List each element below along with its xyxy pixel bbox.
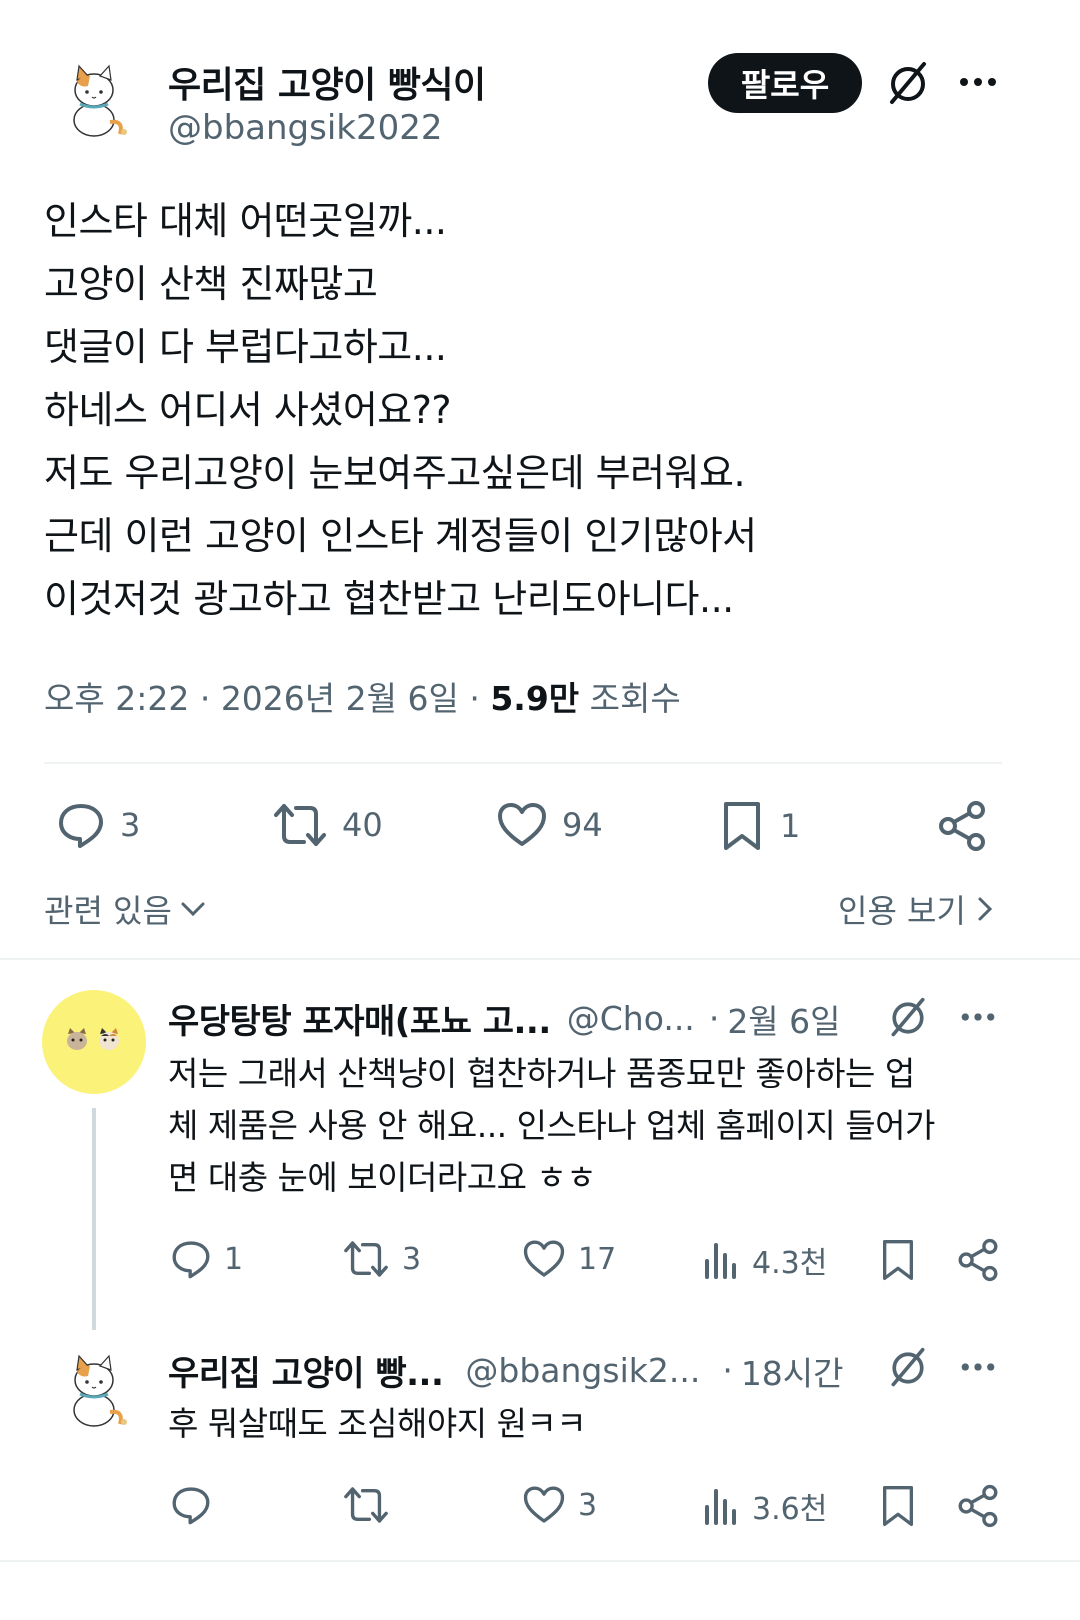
divider — [0, 958, 1080, 960]
tweet-text-line: 인스타 대체 어떤곳일까... — [44, 199, 447, 243]
related-label: 관련 있음 — [44, 892, 172, 930]
repost-count: 3 — [402, 1241, 422, 1277]
main-author-name[interactable]: 우리집 고양이 빵식이 — [168, 56, 486, 108]
reply-button[interactable]: 1 — [170, 1238, 243, 1280]
reply-text-line: 저는 그래서 산책냥이 협찬하거나 품종묘만 좋아하는 업 — [168, 1054, 915, 1093]
heart-icon — [496, 800, 548, 850]
bookmark-count: 1 — [780, 807, 801, 845]
more-options-icon[interactable] — [958, 1356, 998, 1378]
reply-button[interactable]: 3 — [56, 800, 140, 850]
tweet-date[interactable]: 2026년 2월 6일 — [221, 679, 459, 718]
more-options-icon[interactable] — [956, 70, 1000, 94]
reply-count: 1 — [224, 1241, 244, 1277]
grok-icon[interactable] — [886, 996, 930, 1040]
tweet-text-line: 하네스 어디서 사셨어요?? — [44, 388, 452, 432]
repost-icon — [272, 800, 328, 850]
related-toggle[interactable]: 관련 있음 — [44, 886, 208, 932]
views-count[interactable]: 5.9만 — [490, 679, 579, 718]
views-count: 4.3천 — [752, 1246, 828, 1281]
reply-text-line: 면 대충 눈에 보이더라고요 ㅎㅎ — [168, 1158, 597, 1197]
reply-header: 우리집 고양이 빵... @bbangsik2... · 18시간 — [168, 1346, 844, 1395]
more-options-icon[interactable] — [958, 1006, 998, 1028]
tweet-text-line: 고양이 산책 진짜많고 — [44, 262, 378, 306]
reply-author-avatar[interactable] — [42, 990, 146, 1094]
reply-icon — [170, 1238, 212, 1280]
like-button[interactable]: 3 — [522, 1484, 597, 1526]
grok-icon[interactable] — [884, 60, 932, 108]
reply-text-line: 후 뭐살때도 조심해야지 원ㅋㅋ — [168, 1404, 587, 1443]
tweet-text-line: 저도 우리고양이 눈보여주고싶은데 부러워요. — [44, 451, 746, 495]
repost-button[interactable]: 40 — [272, 800, 383, 850]
views-label: 조회수 — [589, 679, 681, 718]
views-button[interactable]: 4.3천 — [702, 1238, 827, 1282]
main-author-avatar[interactable] — [44, 50, 144, 150]
reply-header: 우당탕탕 포자매(포뇨 고... @Cho... · 2월 6일 — [168, 994, 841, 1043]
bookmark-icon — [718, 800, 766, 852]
tweet-body: 인스타 대체 어떤곳일까... 고양이 산책 진짜많고 댓글이 다 부럽다고하고… — [44, 190, 1044, 631]
share-icon[interactable] — [936, 800, 988, 852]
repost-count: 40 — [342, 806, 383, 844]
reply-author-name[interactable]: 우당탕탕 포자매(포뇨 고... — [168, 994, 551, 1043]
repost-icon — [342, 1484, 390, 1526]
bookmark-icon[interactable] — [878, 1238, 918, 1282]
reply-icon — [56, 800, 106, 850]
tweet-time[interactable]: 오후 2:22 — [44, 679, 189, 718]
views-button[interactable]: 3.6천 — [702, 1484, 827, 1528]
reply-body: 저는 그래서 산책냥이 협찬하거나 품종묘만 좋아하는 업 체 제품은 사용 안… — [168, 1048, 1048, 1204]
share-icon[interactable] — [956, 1484, 1000, 1528]
chevron-right-icon — [972, 894, 996, 924]
main-author-handle[interactable]: @bbangsik2022 — [168, 108, 443, 148]
like-button[interactable]: 94 — [496, 800, 603, 850]
repost-button[interactable]: 3 — [342, 1238, 421, 1280]
tweet-text-line: 댓글이 다 부럽다고하고... — [44, 325, 447, 369]
divider — [0, 1560, 1080, 1562]
reply-count: 3 — [120, 806, 141, 844]
analytics-icon — [702, 1239, 740, 1281]
reply-author-name[interactable]: 우리집 고양이 빵... — [168, 1346, 444, 1395]
like-count: 17 — [578, 1241, 617, 1277]
reply-button[interactable] — [170, 1484, 224, 1526]
analytics-icon — [702, 1485, 740, 1527]
bookmark-icon[interactable] — [878, 1484, 918, 1528]
bookmark-button[interactable]: 1 — [718, 800, 800, 852]
tweet-text-line: 근데 이런 고양이 인스타 계정들이 인기많아서 — [44, 514, 757, 558]
repost-button[interactable] — [342, 1484, 402, 1526]
reply-author-handle[interactable]: @bbangsik2... — [465, 1351, 700, 1390]
reply-time[interactable]: 18시간 — [741, 1347, 844, 1395]
tweet-meta: 오후 2:22 · 2026년 2월 6일 · 5.9만 조회수 — [44, 679, 681, 718]
reply-time[interactable]: 2월 6일 — [727, 995, 840, 1043]
like-count: 94 — [562, 806, 603, 844]
reply-author-avatar[interactable] — [44, 1340, 144, 1440]
reply-author-handle[interactable]: @Cho... — [567, 999, 695, 1038]
follow-button[interactable]: 팔로우 — [708, 53, 862, 113]
tweet-text-line: 이것저것 광고하고 협찬받고 난리도아니다... — [44, 577, 734, 621]
heart-icon — [522, 1484, 566, 1526]
like-button[interactable]: 17 — [522, 1238, 616, 1280]
view-quotes-link[interactable]: 인용 보기 — [838, 886, 996, 932]
quotes-label: 인용 보기 — [838, 892, 966, 930]
views-count: 3.6천 — [752, 1492, 828, 1527]
grok-icon[interactable] — [886, 1346, 930, 1390]
chevron-down-icon — [178, 894, 208, 924]
repost-icon — [342, 1238, 390, 1280]
divider — [44, 762, 1002, 764]
like-count: 3 — [578, 1487, 598, 1523]
heart-icon — [522, 1238, 566, 1280]
reply-text-line: 체 제품은 사용 안 해요... 인스타나 업체 홈페이지 들어가 — [168, 1106, 935, 1145]
reply-body: 후 뭐살때도 조심해야지 원ㅋㅋ — [168, 1398, 1048, 1450]
share-icon[interactable] — [956, 1238, 1000, 1282]
reply-icon — [170, 1484, 212, 1526]
thread-line — [92, 1108, 96, 1330]
